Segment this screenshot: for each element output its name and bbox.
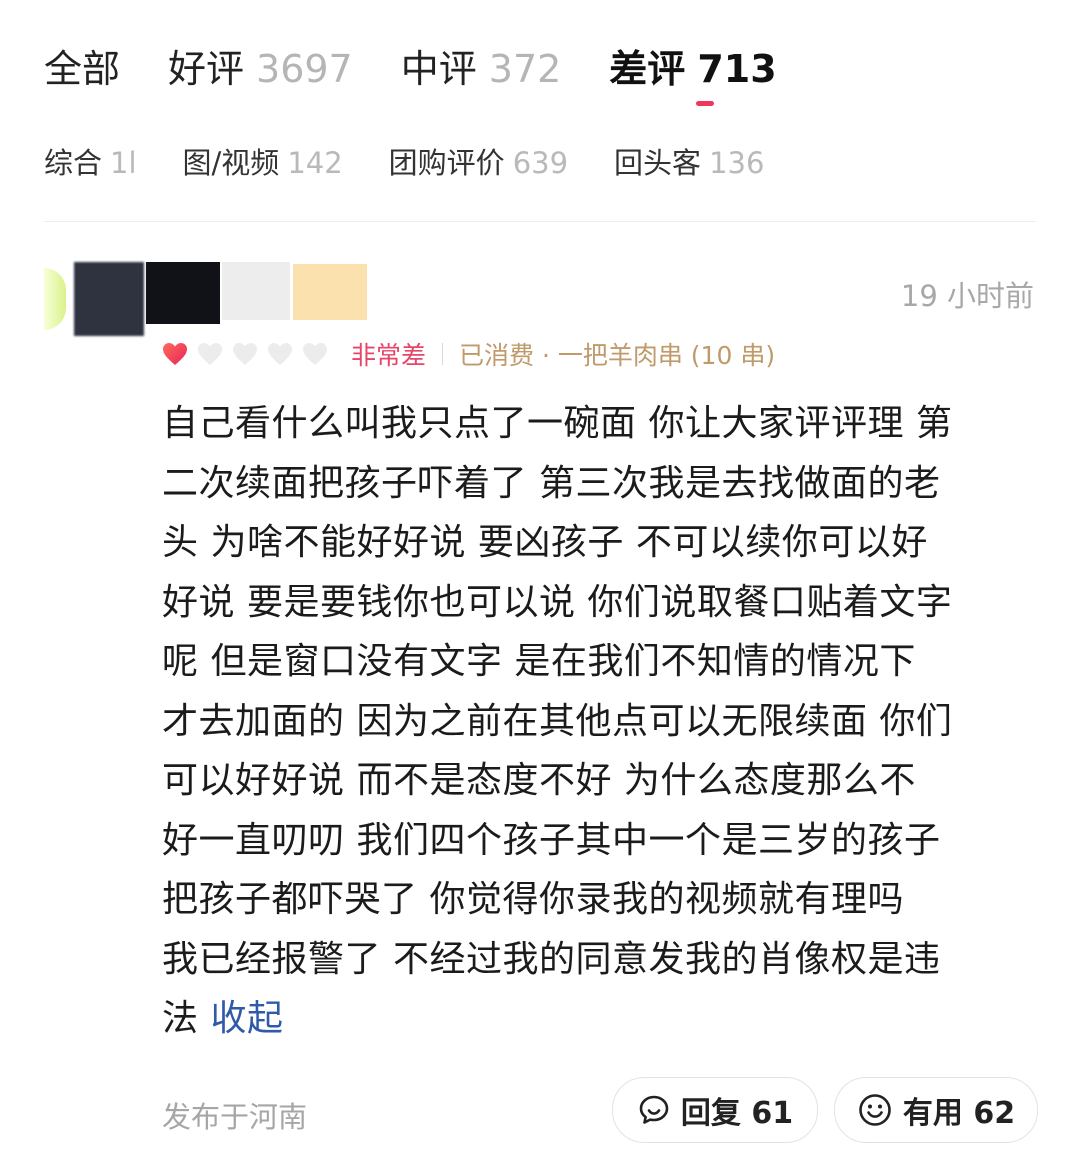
tab-positive[interactable]: 好评 3697 — [168, 38, 353, 93]
comment-icon — [639, 1095, 669, 1124]
filter-returning[interactable]: 回头客 136 — [614, 140, 764, 182]
tab-neutral[interactable]: 中评 372 — [401, 38, 562, 93]
heart-icon — [302, 341, 328, 367]
separator — [442, 343, 444, 365]
divider — [44, 221, 1036, 222]
blurred-username — [293, 264, 367, 320]
review-line: 呢 但是窗口没有文字 是在我们不知情的情况下 — [162, 641, 916, 682]
heart-icon — [267, 341, 293, 367]
review-line: 好说 要是要钱你也可以说 你们说取餐口贴着文字 — [162, 581, 953, 623]
rating-label: 非常差 — [351, 341, 427, 370]
review-line: 才去加面的 因为之前在其他点可以无限续面 你们 — [162, 700, 953, 742]
active-tab-indicator — [696, 101, 714, 106]
post-location: 发布于河南 — [162, 1100, 308, 1134]
review-line: 好一直叨叨 我们四个孩子其中一个是三岁的孩子 — [162, 819, 941, 861]
filter-media[interactable]: 图/视频 142 — [183, 140, 343, 182]
heart-icon-filled — [162, 341, 188, 367]
review-line: 把孩子都吓哭了 你觉得你录我的视频就有理吗 — [162, 879, 904, 920]
useful-label: 有用 62 — [902, 1096, 1016, 1131]
review-line: 二次续面把孩子吓着了 第三次我是去找做面的老 — [162, 462, 941, 504]
tab-all[interactable]: 全部 — [44, 38, 120, 93]
review-line: 头 为啥不能好好说 要凶孩子 不可以续你可以好 — [162, 522, 928, 563]
consumed-item[interactable]: 已消费 · 一把羊肉串 (10 串) — [459, 336, 775, 372]
blurred-username — [74, 262, 144, 336]
review-line-last: 法 收起 — [162, 998, 284, 1039]
review-line: 可以好好说 而不是态度不好 为什么态度那么不 — [162, 760, 916, 801]
filter-group-buy[interactable]: 团购评价 639 — [389, 140, 568, 182]
heart-icon — [197, 341, 223, 367]
useful-button[interactable]: 有用 62 — [834, 1077, 1038, 1143]
filter-overall[interactable]: 综合 1l — [44, 140, 137, 182]
avatar[interactable] — [44, 268, 66, 330]
blurred-username — [146, 262, 220, 324]
tab-negative-count: 713 — [697, 47, 777, 91]
reply-label: 回复 61 — [680, 1096, 794, 1131]
tab-negative[interactable]: 差评 713 — [609, 38, 776, 93]
collapse-link[interactable]: 收起 — [210, 998, 283, 1039]
review-text: 自己看什么叫我只点了一碗面 你让大家评评理 第 二次续面把孩子吓着了 第三次我是… — [162, 394, 1042, 1049]
rating-row: 非常差 已消费 · 一把羊肉串 (10 串) — [162, 337, 775, 371]
review-line: 自己看什么叫我只点了一碗面 你让大家评评理 第 — [162, 403, 953, 444]
review-filters: 综合 1l 图/视频 142 团购评价 639 回头客 136 — [44, 140, 810, 182]
rating-tabs: 全部 好评 3697 中评 372 差评 713 — [44, 38, 825, 98]
review-line: 我已经报警了 不经过我的同意发我的肖像权是违 — [162, 938, 941, 980]
tab-positive-count: 3697 — [256, 47, 353, 91]
heart-icon — [232, 341, 258, 367]
reply-button[interactable]: 回复 61 — [612, 1077, 818, 1143]
review-time: 19 小时前 — [900, 279, 1034, 313]
smile-icon — [859, 1094, 891, 1126]
blurred-username — [222, 262, 290, 320]
tab-neutral-count: 372 — [488, 47, 562, 91]
